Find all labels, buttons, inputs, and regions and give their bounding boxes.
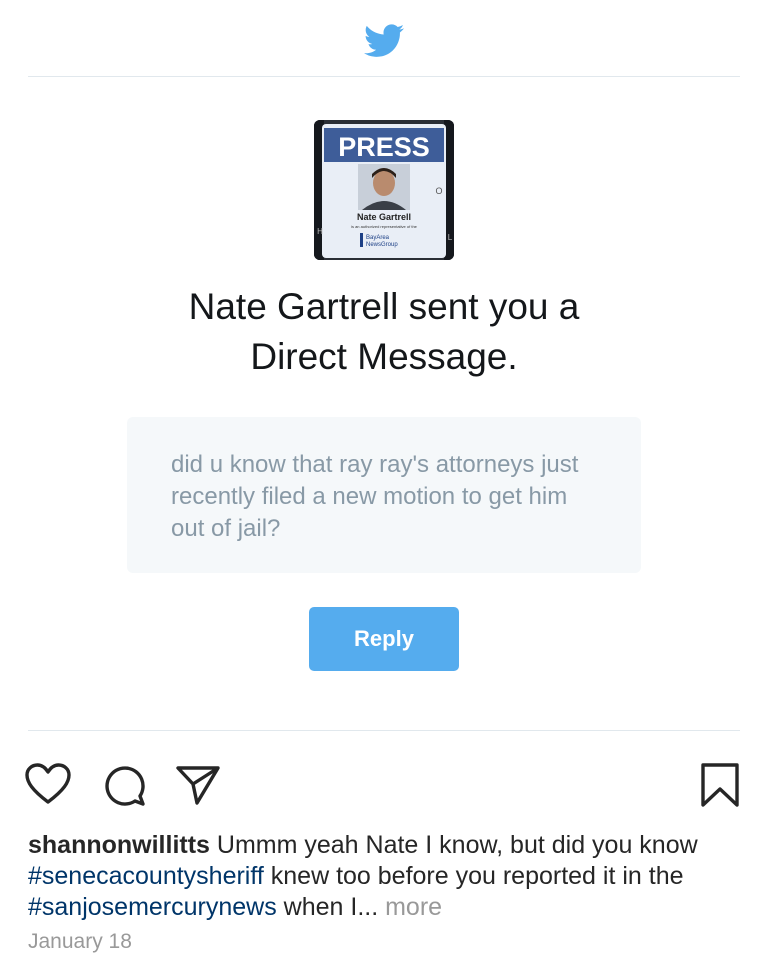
caption-text-1: Ummm yeah Nate I know, but did you know: [209, 831, 698, 859]
heart-icon[interactable]: [24, 762, 72, 811]
badge-title: PRESS: [338, 132, 430, 162]
share-icon[interactable]: [175, 764, 221, 811]
caption-text-3: when I...: [276, 893, 386, 921]
top-divider: [28, 76, 740, 77]
caption-username[interactable]: shannonwillitts: [28, 831, 210, 859]
more-link[interactable]: more: [385, 893, 442, 921]
badge-org-line2: NewsGroup: [366, 242, 398, 248]
bookmark-icon[interactable]: [700, 762, 740, 813]
post-caption: shannonwillitts Ummm yeah Nate I know, b…: [28, 830, 748, 923]
badge-name: Nate Gartrell: [357, 212, 411, 222]
message-preview-text: did u know that ray ray's attorneys just…: [171, 451, 579, 542]
headline-line-2: Direct Message.: [250, 336, 518, 377]
twitter-bird-icon: [364, 24, 405, 58]
sender-avatar[interactable]: PRESS O H L Nate Gartrell is an authoriz…: [314, 120, 454, 260]
bottom-divider: [28, 730, 740, 731]
message-preview-box[interactable]: did u know that ray ray's attorneys just…: [127, 417, 641, 573]
caption-text-2: knew too before you reported it in the: [263, 862, 684, 890]
comment-icon[interactable]: [101, 762, 147, 813]
badge-letter-h: H: [317, 227, 323, 236]
badge-subtitle: is an authorized representative of the: [351, 224, 418, 229]
reply-button[interactable]: Reply: [309, 607, 459, 671]
badge-letter-l: L: [448, 233, 453, 242]
notification-headline: Nate Gartrell sent you a Direct Message.: [84, 282, 684, 382]
badge-org-line1: BayArea: [366, 235, 390, 241]
hashtag-link-1[interactable]: #senecacountysheriff: [28, 862, 264, 890]
headline-line-1: Nate Gartrell sent you a: [188, 286, 580, 327]
post-action-bar: [0, 760, 768, 810]
post-date: January 18: [28, 930, 132, 953]
badge-letter-o: O: [435, 186, 442, 196]
hashtag-link-2[interactable]: #sanjosemercurynews: [28, 893, 277, 921]
